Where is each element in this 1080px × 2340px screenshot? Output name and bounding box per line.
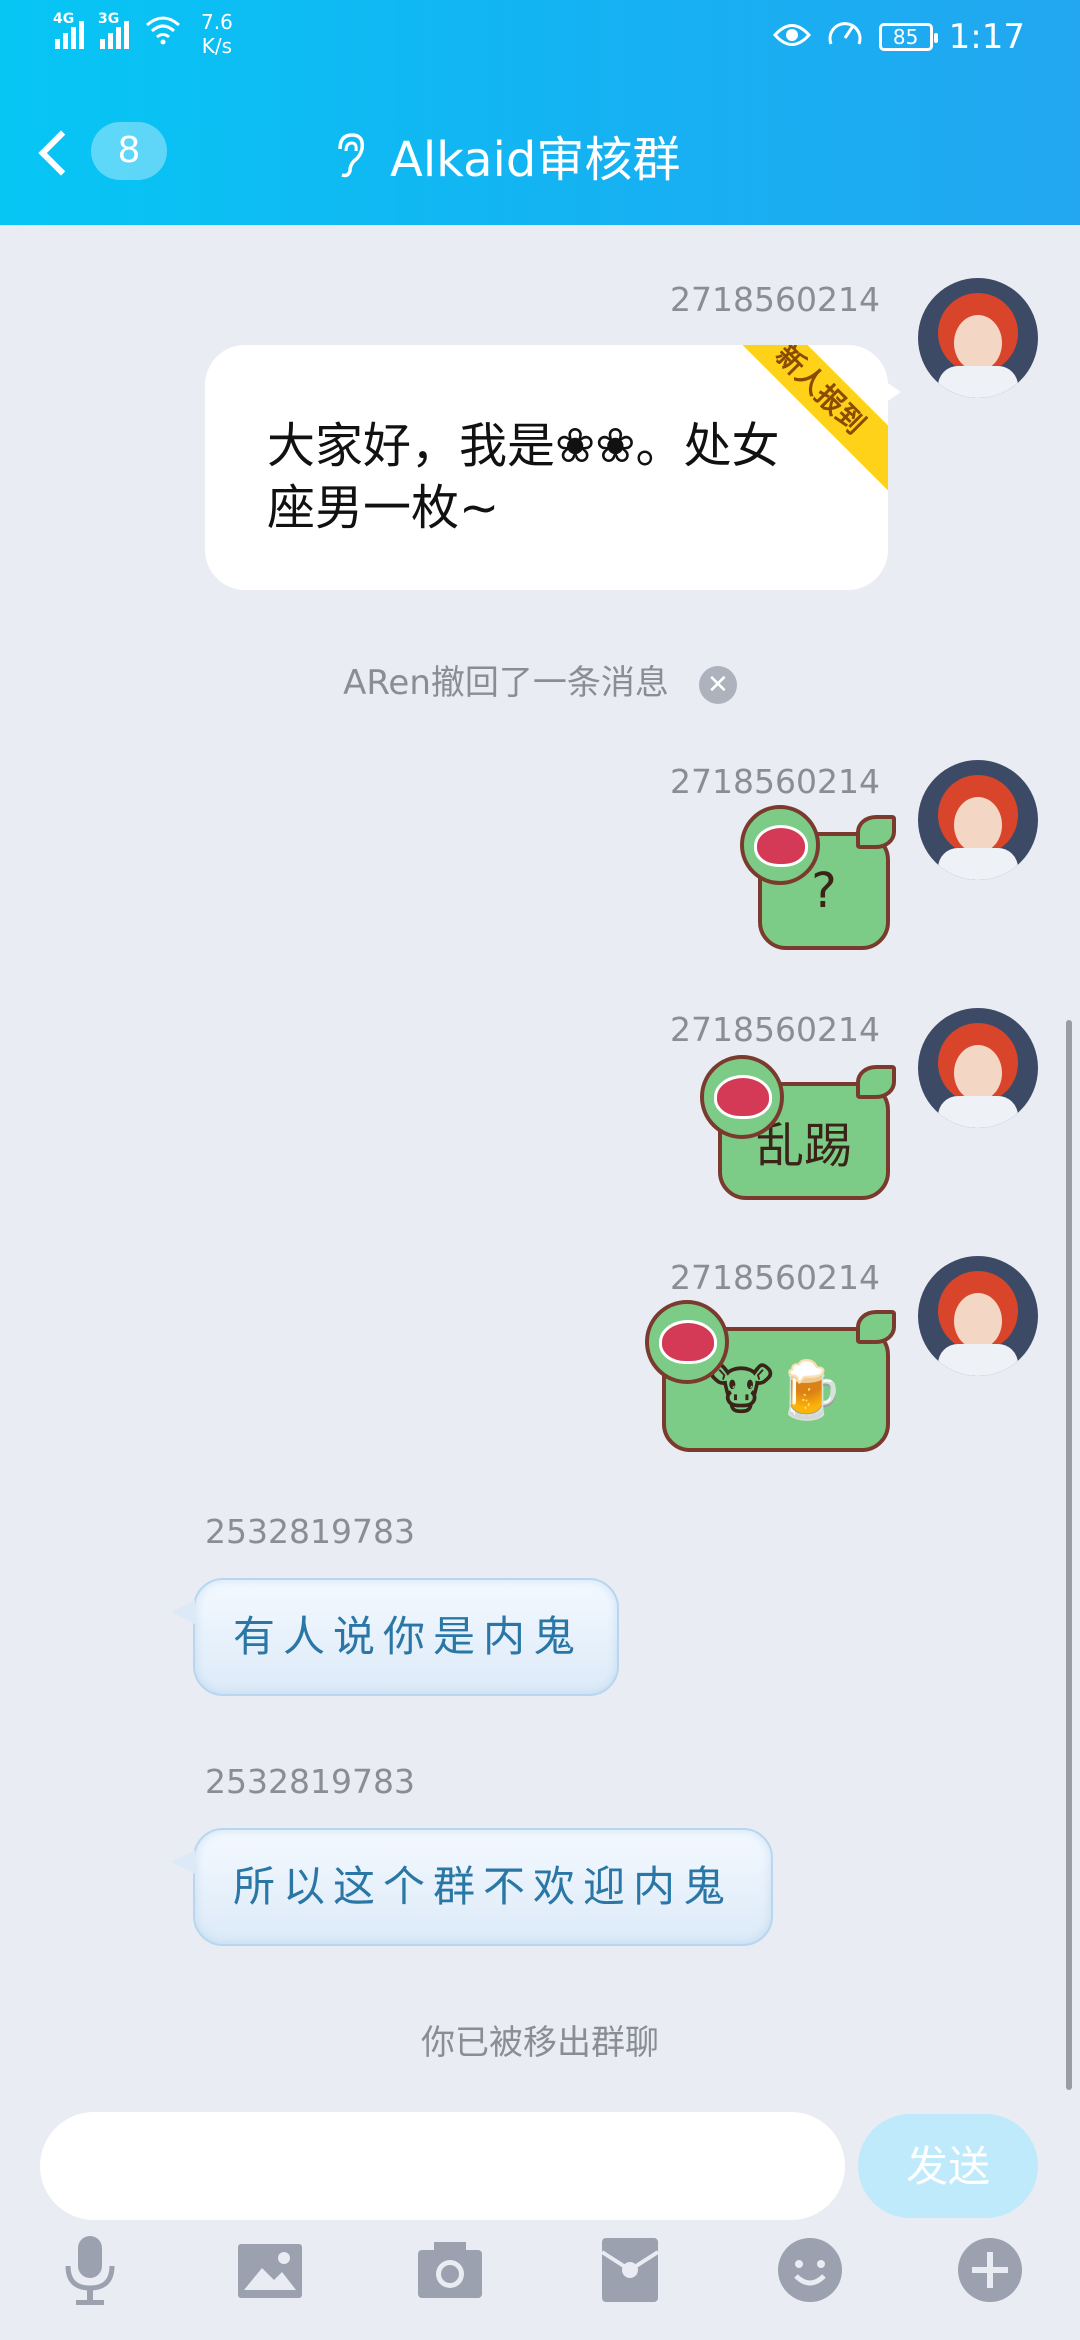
plus-icon[interactable] [950,2230,1030,2310]
unread-badge: 8 [91,122,167,180]
message-input[interactable] [40,2112,845,2220]
sticker-bubble[interactable]: ? [740,805,896,950]
eye-icon [772,17,811,57]
sticker-bubble[interactable]: 🐮🍺 [645,1300,896,1452]
sender-id: 2532819783 [205,1512,415,1551]
avatar[interactable] [918,1256,1038,1376]
status-bar: 4G 3G 7.6 K/s 85 1:17 [0,0,1080,75]
sender-id: 2718560214 [670,1010,880,1049]
chevron-left-icon [38,130,84,176]
speedometer-icon [827,16,863,57]
wifi-icon [145,15,181,53]
signal-4g-icon: 4G [53,11,84,49]
message-text: 大家好，我是❀❀。处女座男一枚~ [267,418,780,536]
message-bubble[interactable]: 新人报到 大家好，我是❀❀。处女座男一枚~ [205,345,888,590]
signal-label: 3G [98,11,120,27]
message-text: 有人说你是内鬼 [233,1612,584,1661]
scrollbar[interactable] [1066,1020,1072,2090]
signal-3g-icon: 3G [98,11,129,49]
page-title: Alkaid审核群 [330,120,680,190]
red-packet-icon[interactable] [590,2230,670,2310]
back-button[interactable]: 8 [38,122,167,180]
sender-id: 2532819783 [205,1762,415,1801]
avatar[interactable] [918,760,1038,880]
clock: 1:17 [948,16,1025,57]
close-icon[interactable]: ✕ [698,665,737,704]
input-toolbar [0,2230,1080,2330]
avatar[interactable] [918,1008,1038,1128]
mic-icon[interactable] [50,2230,130,2310]
speed-value: 7.6 [201,10,233,34]
camera-icon[interactable] [410,2230,490,2310]
sender-id: 2718560214 [670,1258,880,1297]
signal-label: 4G [53,11,75,27]
send-button[interactable]: 发送 [858,2114,1038,2218]
removed-notice: 你已被移出群聊 [421,2023,659,2063]
recall-notice: ARen撤回了一条消息 ✕ [0,655,1080,704]
ear-icon [338,133,365,178]
message-text: ? [811,863,837,919]
nav-bar: 8 Alkaid审核群 [0,100,1080,200]
sender-id: 2718560214 [670,280,880,319]
battery-level: 85 [892,24,919,49]
group-name: Alkaid审核群 [390,132,681,188]
image-icon[interactable] [230,2230,310,2310]
message-text: 所以这个群不欢迎内鬼 [233,1862,734,1911]
sticker-bubble[interactable]: 乱踢 [700,1055,896,1200]
avatar[interactable] [918,278,1038,398]
message-bubble[interactable]: 所以这个群不欢迎内鬼 [171,1828,773,1946]
recall-text: ARen撤回了一条消息 [343,663,669,703]
emoji-icon[interactable] [770,2230,850,2310]
sender-id: 2718560214 [670,762,880,801]
app-header: 4G 3G 7.6 K/s 85 1:17 8 Alkaid审核群 [0,0,1080,225]
message-bubble[interactable]: 有人说你是内鬼 [171,1578,619,1696]
battery-icon: 85 [878,22,938,51]
message-text: 🐮🍺 [707,1357,844,1423]
network-speed: 7.6 K/s [201,10,233,58]
speed-unit: K/s [201,34,233,58]
